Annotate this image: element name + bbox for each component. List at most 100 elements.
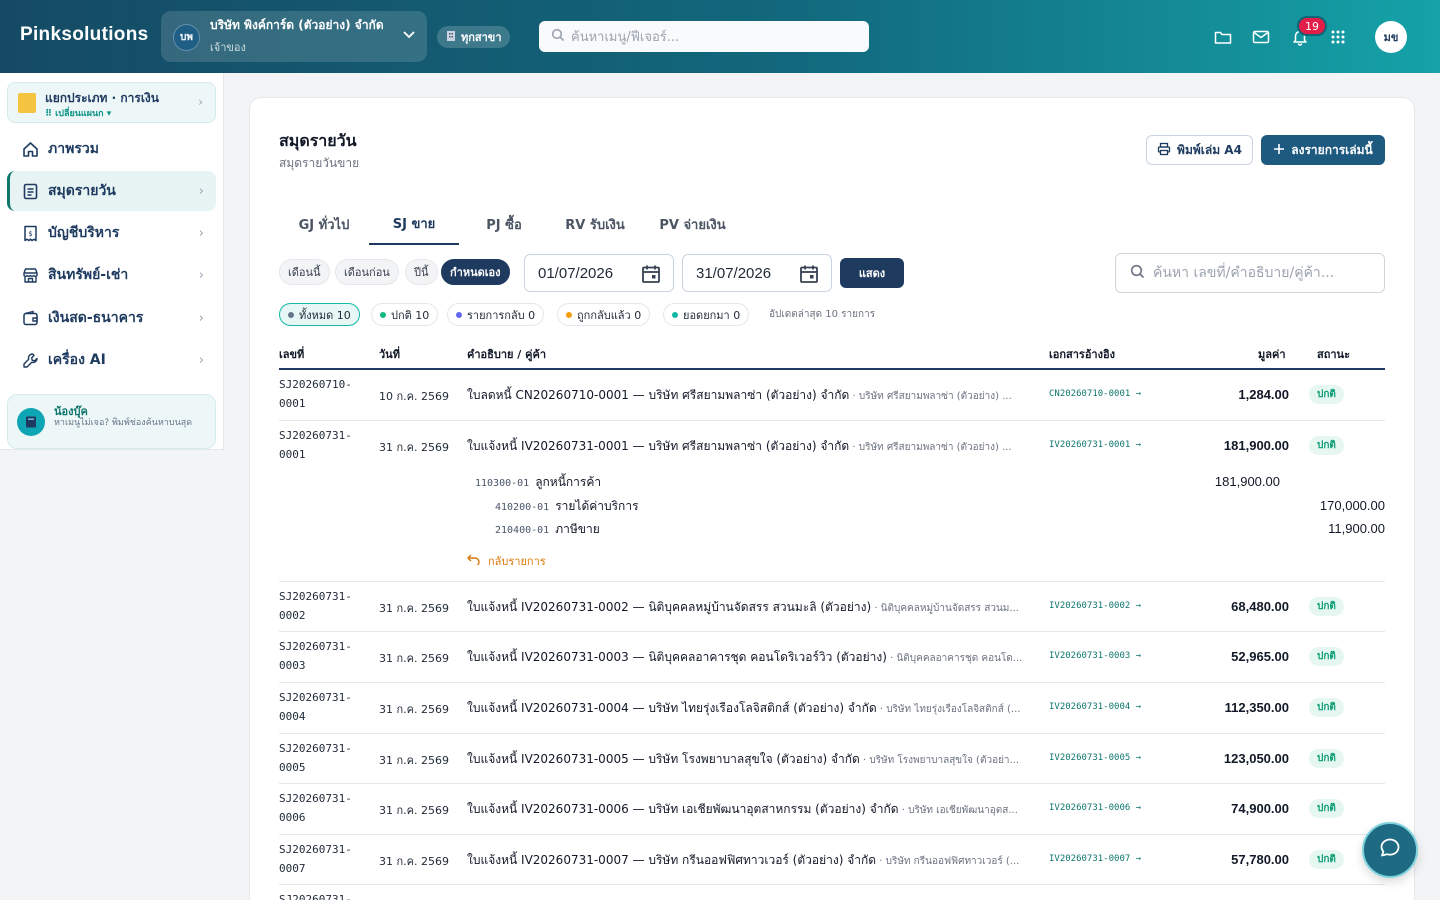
entry-number: SJ20260710- 0001 xyxy=(279,378,352,410)
column-header-date[interactable]: วันที่ xyxy=(379,345,400,363)
tab-pv-payments[interactable]: PV จ่ายเงิน xyxy=(645,203,740,245)
status-filter-normal[interactable]: ปกติ 10 xyxy=(371,303,439,326)
column-header-status[interactable]: สถานะ xyxy=(1317,345,1350,363)
chevron-right-icon: › xyxy=(198,310,204,326)
assistant-helper[interactable]: น้องบุ๊ค หาเมนูไม่เจอ? พิมพ์ช่องค้นหาบนส… xyxy=(7,394,216,449)
period-last-month[interactable]: เดือนก่อน xyxy=(335,259,399,285)
search-icon xyxy=(551,28,565,46)
entry-amount: 52,965.00 xyxy=(1231,649,1289,664)
entry-description-text: ใบแจ้งหนี้ IV20260731-0005 — บริษัท โรงพ… xyxy=(467,752,860,766)
reference-link[interactable]: IV20260731-0006 → xyxy=(1049,803,1141,813)
table-row[interactable]: SJ20260731- 0007 31 ก.ค. 2569 ใบแจ้งหนี้… xyxy=(279,835,1385,885)
entry-amount: 112,350.00 xyxy=(1224,700,1289,715)
status-badge: ปกติ xyxy=(1309,597,1344,616)
period-this-month[interactable]: เดือนนี้ xyxy=(279,259,330,285)
entry-party: · นิติบุคคลหมู่บ้านจัดสรร สวนม... xyxy=(871,603,1019,614)
journal-search-input[interactable]: ค้นหา เลขที่/คำอธิบาย/คู่ค้า... xyxy=(1115,253,1385,293)
table-row[interactable]: SJ20260731- 0004 31 ก.ค. 2569 ใบแจ้งหนี้… xyxy=(279,683,1385,734)
account-code: 210400-01 xyxy=(495,525,550,536)
sidebar-item-label: เงินสด-ธนาคาร xyxy=(48,310,144,326)
entry-amount: 181,900.00 xyxy=(1223,438,1289,453)
show-button[interactable]: แสดง xyxy=(840,258,904,288)
entry-amount: 57,780.00 xyxy=(1231,852,1289,867)
status-dot xyxy=(456,311,462,318)
entry-date: 31 ก.ค. 2569 xyxy=(379,754,449,767)
period-custom[interactable]: กำหนดเอง xyxy=(441,259,510,285)
chevron-right-icon: › xyxy=(198,183,204,199)
status-dot xyxy=(380,311,386,318)
sidebar-item-overview[interactable]: ภาพรวม xyxy=(7,129,216,169)
status-filter-reversed[interactable]: ถูกกลับแล้ว 0 xyxy=(557,303,651,326)
company-switcher[interactable]: บพ บริษัท พิงค์การ์ด (ตัวอย่าง) จำกัด เจ… xyxy=(161,11,427,62)
account-code: 410200-01 xyxy=(495,502,550,513)
date-from-field[interactable]: 01/07/2026 xyxy=(524,254,674,292)
reference-link[interactable]: IV20260731-0002 → xyxy=(1049,601,1141,611)
status-filter-label: ปกติ 10 xyxy=(391,308,430,322)
status-filter-all[interactable]: ทั้งหมด 10 xyxy=(279,303,360,326)
reference-link[interactable]: IV20260731-0007 → xyxy=(1049,854,1141,864)
column-header-no[interactable]: เลขที่ xyxy=(279,345,304,363)
add-entry-button[interactable]: ลงรายการเล่มนี้ xyxy=(1261,135,1385,165)
department-switcher[interactable]: แยกประเภท · การเงิน ⠿ เปลี่ยนแผนก ▾ › xyxy=(7,82,216,123)
reference-link[interactable]: IV20260731-0004 → xyxy=(1049,702,1141,712)
tab-rv-receipts[interactable]: RV รับเงิน xyxy=(550,203,640,245)
status-filter-reversal[interactable]: รายการกลับ 0 xyxy=(447,303,545,326)
entry-party: · บริษัท โรงพยาบาลสุขใจ (ตัวอย่า... xyxy=(859,755,1020,766)
brand-logo[interactable]: Pinksolutions xyxy=(20,24,148,46)
date-from-value: 01/07/2026 xyxy=(538,264,614,282)
table-row-expanded[interactable]: SJ20260731- 0001 31 ก.ค. 2569 ใบแจ้งหนี้… xyxy=(279,421,1385,582)
chat-button[interactable] xyxy=(1362,822,1418,878)
receipt-icon: $ xyxy=(20,223,40,243)
entry-description: ใบแจ้งหนี้ IV20260731-0001 — บริษัท ศรีส… xyxy=(467,437,1047,456)
date-to-field[interactable]: 31/07/2026 xyxy=(682,254,832,292)
user-avatar[interactable]: มข xyxy=(1375,21,1407,53)
entry-description-text: ใบลดหนี้ CN20260710-0001 — บริษัท ศรีสยา… xyxy=(467,388,850,402)
department-change[interactable]: ⠿ เปลี่ยนแผนก ▾ xyxy=(45,106,111,120)
table-row[interactable]: SJ20260731- 0005 31 ก.ค. 2569 ใบแจ้งหนี้… xyxy=(279,734,1385,784)
reverse-entry-link[interactable]: กลับรายการ xyxy=(467,552,546,570)
calendar-icon[interactable] xyxy=(641,264,661,288)
mail-icon[interactable] xyxy=(1251,27,1271,47)
status-badge: ปกติ xyxy=(1309,850,1344,869)
status-filter-opening[interactable]: ยอดยกมา 0 xyxy=(663,303,750,326)
sidebar-item-assets-lease[interactable]: สินทรัพย์-เช่า › xyxy=(7,255,216,295)
period-this-year[interactable]: ปีนี้ xyxy=(405,259,438,285)
sidebar-item-cash-bank[interactable]: เงินสด-ธนาคาร › xyxy=(7,298,216,338)
column-header-reference[interactable]: เอกสารอ้างอิง xyxy=(1049,345,1115,363)
table-row[interactable]: SJ20260731- 0006 31 ก.ค. 2569 ใบแจ้งหนี้… xyxy=(279,784,1385,835)
tab-sj-sales[interactable]: SJ ขาย xyxy=(369,203,459,245)
table-row[interactable]: SJ20260731- xyxy=(279,885,1385,900)
chevron-right-icon: › xyxy=(198,352,204,368)
column-header-description[interactable]: คำอธิบาย / คู่ค้า xyxy=(467,345,546,363)
entry-number: SJ20260731- 0003 xyxy=(279,640,352,672)
sidebar-item-ai-tools[interactable]: เครื่อง AI › xyxy=(7,340,216,380)
add-entry-label: ลงรายการเล่มนี้ xyxy=(1291,142,1373,157)
reverse-entry-label: กลับรายการ xyxy=(488,555,546,568)
print-label: พิมพ์เล่ม A4 xyxy=(1177,142,1242,157)
company-avatar: บพ xyxy=(173,24,200,51)
entry-number: SJ20260731- 0007 xyxy=(279,843,352,875)
reference-link[interactable]: CN20260710-0001 → xyxy=(1049,389,1141,399)
table-row[interactable]: SJ20260710- 0001 10 ก.ค. 2569 ใบลดหนี้ C… xyxy=(279,370,1385,421)
tab-pj-purchases[interactable]: PJ ซื้อ xyxy=(464,203,544,245)
entry-description: ใบแจ้งหนี้ IV20260731-0004 — บริษัท ไทยร… xyxy=(467,699,1047,718)
reference-link[interactable]: IV20260731-0001 → xyxy=(1049,440,1141,450)
print-a4-button[interactable]: พิมพ์เล่ม A4 xyxy=(1146,135,1253,165)
tab-gj-general[interactable]: GJ ทั่วไป xyxy=(279,203,369,245)
table-row[interactable]: SJ20260731- 0002 31 ก.ค. 2569 ใบแจ้งหนี้… xyxy=(279,582,1385,632)
journal-line-credit: 210400-01 ภาษีขาย xyxy=(495,520,600,539)
store-icon xyxy=(20,265,40,285)
apps-grid-icon[interactable] xyxy=(1328,27,1348,47)
column-header-amount[interactable]: มูลค่า xyxy=(1258,345,1286,363)
calendar-icon[interactable] xyxy=(799,264,819,288)
sidebar-item-journal[interactable]: สมุดรายวัน › xyxy=(7,171,216,211)
reference-link[interactable]: IV20260731-0005 → xyxy=(1049,753,1141,763)
reference-link[interactable]: IV20260731-0003 → xyxy=(1049,651,1141,661)
sidebar-item-management-accounts[interactable]: $ บัญชีบริหาร › xyxy=(7,213,216,253)
table-row[interactable]: SJ20260731- 0003 31 ก.ค. 2569 ใบแจ้งหนี้… xyxy=(279,632,1385,683)
folder-icon[interactable] xyxy=(1213,27,1233,47)
branch-selector[interactable]: ทุกสาขา xyxy=(437,26,510,48)
entry-date: 31 ก.ค. 2569 xyxy=(379,804,449,817)
entry-date: 31 ก.ค. 2569 xyxy=(379,652,449,665)
menu-search-input[interactable]: ค้นหาเมนู/ฟีเจอร์... xyxy=(539,21,869,52)
